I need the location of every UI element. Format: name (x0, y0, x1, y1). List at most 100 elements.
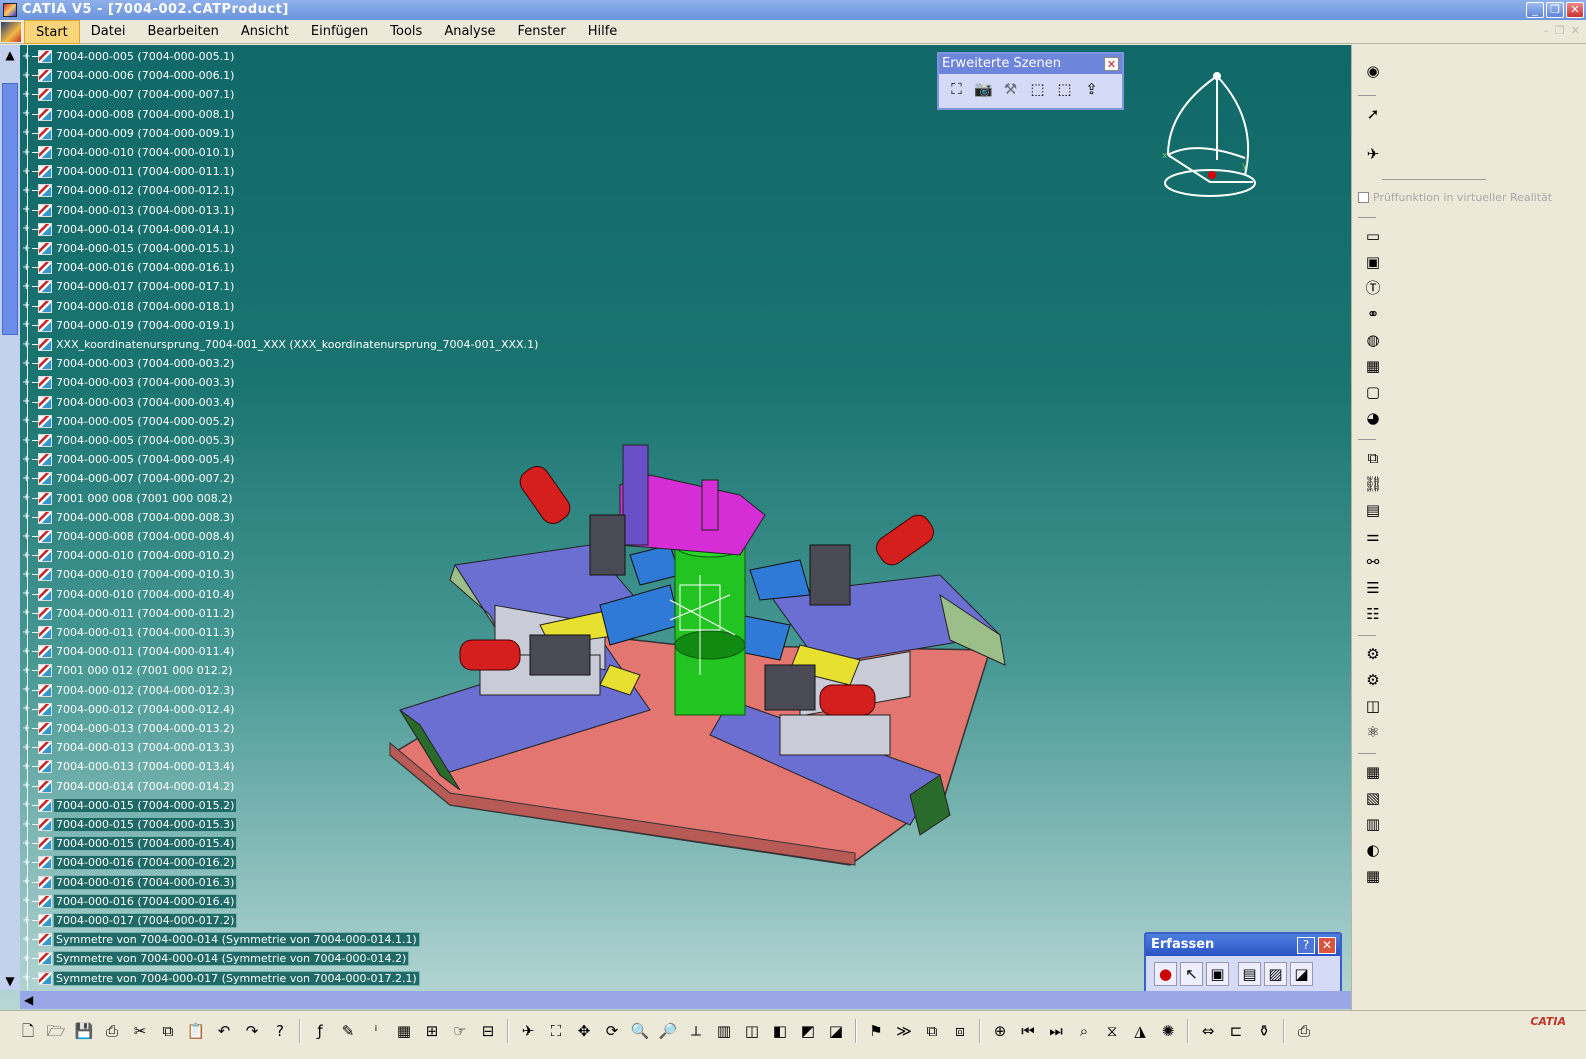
tree-node[interactable]: +7004-000-011 (7004-000-011.1) (22, 162, 236, 181)
vr-check-toggle[interactable]: Prüffunktion in virtueller Realität (1358, 191, 1552, 204)
expand-icon[interactable]: + (22, 877, 32, 887)
expand-icon[interactable]: + (22, 953, 32, 964)
tree-node[interactable]: +7004-000-007 (7004-000-007.1) (22, 85, 236, 104)
scroll-down-icon[interactable]: ▼ (2, 973, 18, 989)
expand-icon[interactable]: + (22, 416, 32, 426)
scroll-up-icon[interactable]: ▲ (2, 47, 18, 63)
tree-node[interactable]: +7004-000-013 (7004-000-013.2) (22, 719, 236, 738)
expand-icon[interactable]: + (22, 934, 32, 945)
select-arrow-icon[interactable]: ➚ (1362, 103, 1384, 125)
tree-node[interactable]: +7004-000-013 (7004-000-013.3) (22, 738, 236, 757)
assembly-icon[interactable]: ▦ (1362, 355, 1384, 377)
search-icon[interactable]: ⌕ (1072, 1019, 1096, 1043)
expand-icon[interactable]: + (22, 608, 32, 618)
shading-icon[interactable]: ◧ (768, 1019, 792, 1043)
tree-node[interactable]: +7004-000-009 (7004-000-009.1) (22, 124, 236, 143)
tree-node[interactable]: +7004-000-016 (7004-000-016.3) (22, 873, 238, 892)
tree-node[interactable]: + Symmetre von 7004-000-017 (Symmetrie vo… (22, 969, 420, 988)
tree-node[interactable]: +7004-000-015 (7004-000-015.1) (22, 239, 236, 258)
expand-icon[interactable]: + (22, 224, 32, 234)
pan-icon[interactable]: ✥ (572, 1019, 596, 1043)
new-file-icon[interactable]: 🗋 (16, 1019, 40, 1043)
expand-icon[interactable]: + (22, 435, 32, 446)
tree-node[interactable]: +7004-000-006 (7004-000-006.1) (22, 66, 236, 85)
light-icon[interactable]: ✺ (1156, 1019, 1180, 1043)
expand-icon[interactable]: + (22, 262, 32, 273)
tree-node[interactable]: +7004-000-012 (7004-000-012.3) (22, 681, 236, 700)
bottle-icon[interactable]: ⚱ (1252, 1019, 1276, 1043)
expand-icon[interactable]: + (22, 89, 32, 100)
image-icon[interactable]: ▨ (1264, 962, 1287, 986)
expand-icon[interactable]: + (22, 781, 32, 791)
tree-node[interactable]: +7004-000-011 (7004-000-011.2) (22, 604, 236, 623)
tree-node[interactable]: + Symmetre von 7004-000-014 (Symmetrie vo… (22, 949, 410, 968)
normal-view-icon[interactable]: ⟂ (684, 1019, 708, 1043)
chart-icon[interactable]: ◪ (1290, 962, 1313, 986)
hand-icon[interactable]: ☞ (448, 1019, 472, 1043)
parallel-icon[interactable]: ⧉ (920, 1019, 944, 1043)
swap-space-icon[interactable]: ◪ (824, 1019, 848, 1043)
expand-icon[interactable]: + (22, 70, 32, 81)
expand-icon[interactable]: + (22, 685, 32, 695)
zoom-in-icon[interactable]: 🔍 (628, 1019, 652, 1043)
tree-node[interactable]: +7004-000-003 (7004-000-003.2) (22, 354, 236, 373)
measure-icon[interactable]: ◮ (1128, 1019, 1152, 1043)
knowledge-icon[interactable]: ⁱ (364, 1019, 388, 1043)
clone-icon[interactable]: ⧈ (948, 1019, 972, 1043)
printer2-icon[interactable]: ⎙ (1292, 1019, 1316, 1043)
expand-icon[interactable]: + (22, 51, 32, 62)
expand-icon[interactable]: + (22, 819, 32, 830)
hierarchy-icon[interactable]: ⊞ (420, 1019, 444, 1043)
expand-icon[interactable]: + (22, 185, 32, 196)
text-annotation-icon[interactable]: Ⓣ (1362, 277, 1384, 299)
tree-node[interactable]: +7004-000-016 (7004-000-016.4) (22, 892, 238, 911)
menu-hilfe[interactable]: Hilfe (577, 20, 629, 44)
list-link-icon[interactable]: ☷ (1362, 603, 1384, 625)
menu-analyse[interactable]: Analyse (433, 20, 506, 44)
expand-icon[interactable]: + (22, 627, 32, 638)
scene-frame-icon[interactable]: ⛶ (945, 77, 968, 101)
tree-node[interactable]: +7004-000-005 (7004-000-005.2) (22, 412, 236, 431)
cube-icon[interactable]: ◫ (1362, 695, 1384, 717)
catia-menu-logo-icon[interactable] (1, 22, 21, 42)
tree-node[interactable]: +7004-000-014 (7004-000-014.1) (22, 220, 236, 239)
expand-icon[interactable]: + (22, 742, 32, 753)
expand-icon[interactable]: + (22, 205, 32, 215)
fit-all-icon[interactable]: ⛶ (544, 1019, 568, 1043)
tree-node[interactable]: +7004-000-018 (7004-000-018.1) (22, 297, 236, 316)
expand-icon[interactable]: + (22, 301, 32, 311)
3d-viewport[interactable]: ▲ ▼ +7004-000-005 (7004-000-005.1) +7004-… (0, 45, 1351, 1010)
tree-node[interactable]: +7004-000-011 (7004-000-011.3) (22, 623, 236, 642)
grid-icon[interactable]: ▦ (1362, 761, 1384, 783)
scene-camera-icon[interactable]: 📷 (972, 77, 995, 101)
expand-icon[interactable]: + (22, 128, 32, 138)
section-icon[interactable]: ⊏ (1224, 1019, 1248, 1043)
tree-node[interactable]: +7004-000-008 (7004-000-008.3) (22, 508, 236, 527)
menu-ansicht[interactable]: Ansicht (230, 20, 300, 44)
tree-node[interactable]: +7004-000-010 (7004-000-010.1) (22, 143, 236, 162)
scene-export-icon[interactable]: ⬚ (1053, 77, 1076, 101)
doc-restore-button[interactable]: ❐ (1555, 24, 1565, 37)
expand-icon[interactable]: + (22, 569, 32, 580)
expand-icon[interactable]: + (22, 109, 32, 119)
open-file-icon[interactable]: 🗁 (44, 1019, 68, 1043)
tree-node[interactable]: +7004-000-013 (7004-000-013.4) (22, 757, 236, 776)
tree-node[interactable]: +7004-000-016 (7004-000-016.1) (22, 258, 236, 277)
rewind-icon[interactable]: ⏮ (1016, 1019, 1040, 1043)
compass-icon[interactable]: x y (1150, 70, 1270, 210)
tree-node[interactable]: +7001 000 012 (7001 000 012.2) (22, 661, 235, 680)
kinematics-icon[interactable]: ⚙ (1362, 669, 1384, 691)
restore-button[interactable]: ❐ (1546, 2, 1564, 18)
tree-node[interactable]: +7004-000-011 (7004-000-011.4) (22, 642, 236, 661)
tree-node[interactable]: +7001 000 008 (7001 000 008.2) (22, 489, 235, 508)
tree-node[interactable]: +7004-000-017 (7004-000-017.2) (22, 911, 238, 930)
menu-bearbeiten[interactable]: Bearbeiten (136, 20, 229, 44)
robot-icon[interactable]: ⚛ (1362, 721, 1384, 743)
expand-icon[interactable]: + (22, 800, 32, 810)
paste-icon[interactable]: 📋 (184, 1019, 208, 1043)
table-icon[interactable]: ▦ (1362, 865, 1384, 887)
matrix-icon[interactable]: ▥ (1362, 813, 1384, 835)
tree-node[interactable]: +7004-000-005 (7004-000-005.3) (22, 431, 236, 450)
tree-node[interactable]: +7004-000-017 (7004-000-017.1) (22, 277, 236, 296)
redo-icon[interactable]: ↷ (240, 1019, 264, 1043)
